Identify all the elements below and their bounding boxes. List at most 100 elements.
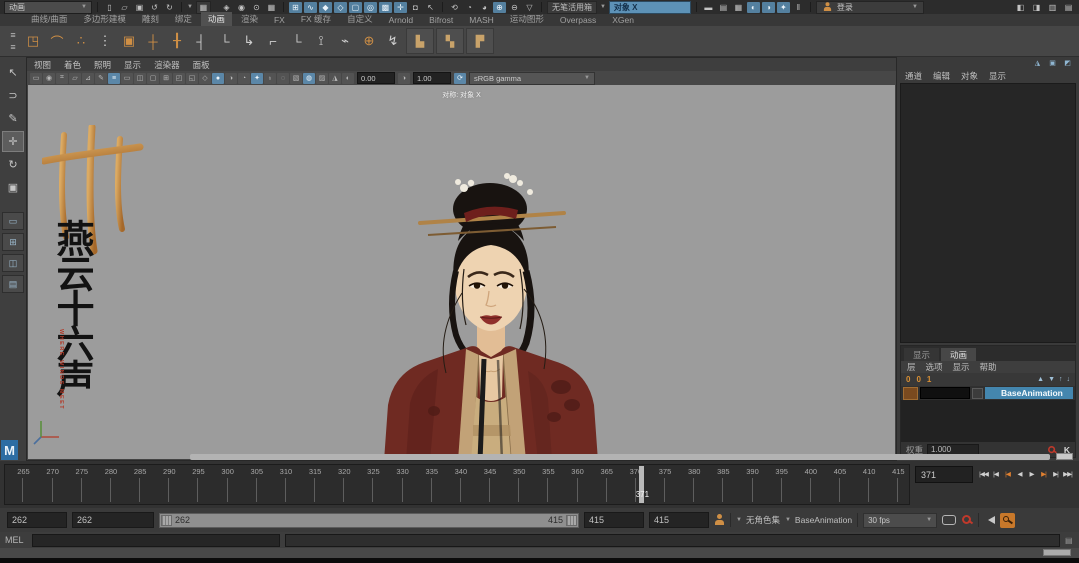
playback-start-field[interactable]: 262 [72,512,154,528]
le-menu-layers[interactable]: 层 [907,361,916,373]
sidebar-layer-editor-icon[interactable]: ▤ [1062,2,1075,13]
snap-align-icon[interactable]: ✛ [394,2,407,13]
layer-counter[interactable]: 1 [927,375,931,384]
sidebar-attribute-editor-icon[interactable]: ◧ [1014,2,1027,13]
shelf-orient-constraint-icon[interactable]: ╂ [166,29,188,53]
color-management-icon[interactable]: ⟳ [454,73,466,84]
attribute-editor-toggle-icon[interactable]: ◮ [1032,58,1043,68]
select-object-icon[interactable]: ◉ [235,2,248,13]
grease-pencil-icon[interactable]: ✎ [95,73,107,84]
set-key-icon[interactable] [961,514,973,526]
vp-menu-lighting[interactable]: 照明 [94,59,111,71]
cb-menu-show[interactable]: 显示 [989,70,1006,82]
character-set-icon[interactable] [714,514,725,526]
use-all-lights-icon[interactable]: ◔ [238,73,250,84]
layout-four-pane-icon[interactable]: ⊞ [2,233,24,251]
shelf-joint-icon[interactable]: └ [286,29,308,53]
image-plane-icon[interactable]: ▱ [69,73,81,84]
wireframe-icon[interactable]: ◇ [199,73,211,84]
symmetry-dropdown[interactable]: 对象 X [609,1,691,14]
safe-action-icon[interactable]: ◰ [173,73,185,84]
render-current-frame-icon[interactable]: ▤ [717,2,730,13]
exposure-icon[interactable]: ◐ [342,73,354,84]
pause-viewport-icon[interactable]: ‖ [792,2,805,13]
character-set-dropdown[interactable]: ▼ 无角色集 [736,514,780,526]
ipr-render-icon[interactable]: ▦ [732,2,745,13]
select-hierarchy-icon[interactable]: ◈ [220,2,233,13]
rotate-tool-icon[interactable]: ↻ [2,154,24,175]
xray-icon[interactable]: ◮ [329,73,341,84]
isolate-select-icon[interactable]: ▨ [316,73,328,84]
history-toggle-icon[interactable]: ▽ [523,2,536,13]
animation-start-field[interactable]: 262 [7,512,67,528]
lasso-tool-icon[interactable]: ⊃ [2,85,24,106]
sidebar-tool-settings-icon[interactable]: ◨ [1030,2,1043,13]
snap-curve-icon[interactable]: ∿ [304,2,317,13]
anim-layer-item[interactable]: BaseAnimation [985,387,1073,399]
chevron-down-icon[interactable]: ▼ [187,4,193,10]
highlight-selection-icon[interactable]: ↖ [424,2,437,13]
2d-pan-zoom-icon[interactable]: ⊿ [82,73,94,84]
layout-single-pane-icon[interactable]: ▭ [2,212,24,230]
shelf-menu-icon[interactable]: ≡≡ [6,30,20,52]
snap-projected-center-icon[interactable]: ◇ [334,2,347,13]
camera-attributes-icon[interactable]: ◉ [43,73,55,84]
animation-preferences-icon[interactable] [942,515,956,525]
shelf-tab[interactable]: 绑定 [168,12,199,26]
tab-anim-layers[interactable]: 动画 [941,348,976,361]
layer-counter[interactable]: 0 [916,375,920,384]
layer-move-down-icon[interactable]: ▼ [1048,376,1055,383]
output-operations-icon[interactable]: ◕ [478,2,491,13]
film-gate-icon[interactable]: ▭ [121,73,133,84]
shelf-hik-icon[interactable]: ↯ [382,29,404,53]
multisample-icon[interactable]: ▧ [290,73,302,84]
screen-space-ao-icon[interactable]: ♁ [264,73,276,84]
shelf-tab[interactable]: 运动图形 [503,12,551,26]
vp-menu-show[interactable]: 显示 [124,59,141,71]
layer-list-empty[interactable] [901,400,1075,442]
step-back-key-button[interactable]: |◀ [1002,466,1013,481]
vp-menu-shading[interactable]: 着色 [64,59,81,71]
construction-history-icon[interactable]: ⟲ [448,2,461,13]
scale-tool-icon[interactable]: ▣ [2,177,24,198]
layer-weight-slider[interactable] [920,387,970,399]
shelf-graph-editor-icon[interactable]: ⌁ [334,29,356,53]
timeline-scrollbar[interactable] [190,454,1050,460]
shelf-mocap-icon-3[interactable]: ▛ [466,28,494,54]
new-scene-icon[interactable]: ▯ [103,2,116,13]
command-input[interactable] [32,534,280,547]
tab-display-layers[interactable]: 显示 [904,348,939,361]
bookmark-icon[interactable]: ⌗ [56,73,68,84]
hypershade-icon[interactable]: ◑ [762,2,775,13]
shelf-dope-sheet-icon[interactable]: ⋮ [94,29,116,53]
cb-menu-object[interactable]: 对象 [961,70,978,82]
motion-blur-icon[interactable]: ◌ [277,73,289,84]
sidebar-channel-box-icon[interactable]: ▥ [1046,2,1059,13]
exposure-field[interactable]: 0.00 [357,72,395,84]
layer-weight-up-icon[interactable]: ↑ [1059,376,1063,383]
vp-menu-view[interactable]: 视图 [34,59,51,71]
select-camera-icon[interactable]: ▭ [30,73,42,84]
shelf-tab[interactable]: FX 缓存 [294,12,338,26]
cb-menu-edit[interactable]: 编辑 [933,70,950,82]
undo-icon[interactable]: ↺ [148,2,161,13]
lock-selection-icon[interactable]: ◘ [409,2,422,13]
shelf-point-constraint-icon[interactable]: ┼ [142,29,164,53]
snap-point-icon[interactable]: ◆ [319,2,332,13]
shelf-playblast-icon[interactable]: ▣ [118,29,140,53]
animation-end-field[interactable]: 415 [649,512,709,528]
textured-icon[interactable]: ◑ [225,73,237,84]
current-frame-field[interactable]: 371 [915,466,973,483]
script-editor-icon[interactable]: ▤ [1065,535,1074,546]
redo-icon[interactable]: ↻ [163,2,176,13]
input-operations-icon[interactable]: ◔ [463,2,476,13]
shelf-tab[interactable]: 动画 [201,12,232,26]
smooth-shade-icon[interactable]: ● [212,73,224,84]
safe-title-icon[interactable]: ◱ [186,73,198,84]
go-to-end-button[interactable]: ▶▶| [1062,466,1073,481]
shelf-mocap-icon-2[interactable]: ▚ [436,28,464,54]
shelf-mocap-icon-1[interactable]: ▙ [406,28,434,54]
range-end-grip[interactable] [566,515,577,526]
step-back-frame-button[interactable]: |◀ [990,466,1001,481]
shelf-tab[interactable]: 自定义 [340,12,380,26]
